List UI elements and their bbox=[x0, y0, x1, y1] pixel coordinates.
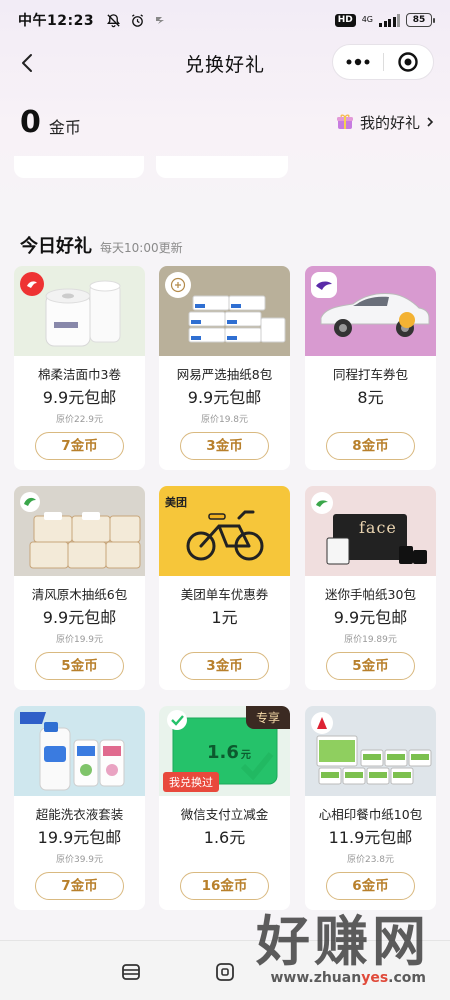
product-image: face bbox=[305, 486, 436, 576]
product-price: 8元 bbox=[357, 388, 384, 407]
voucher-amount: 1.6 元 bbox=[207, 742, 251, 763]
product-name: 同程打车券包 bbox=[332, 367, 408, 382]
app-notification-icon bbox=[156, 17, 165, 24]
more-menu-button[interactable] bbox=[333, 45, 383, 79]
product-name: 心相印餐巾纸10包 bbox=[318, 807, 423, 822]
product-price: 1元 bbox=[211, 608, 238, 627]
product-name: 网易严选抽纸8包 bbox=[176, 367, 273, 382]
card-edge bbox=[156, 156, 288, 178]
redeem-button[interactable]: 3金币 bbox=[180, 432, 269, 460]
product-price: 19.9元包邮 bbox=[37, 828, 122, 847]
mute-bell-icon bbox=[107, 13, 121, 27]
product-original-price: 原价19.8元 bbox=[200, 415, 249, 425]
battery-icon: 85 bbox=[406, 13, 435, 27]
product-original-price: 原价39.9元 bbox=[55, 855, 104, 865]
chevron-right-icon bbox=[427, 117, 434, 127]
section-title: 今日好礼 bbox=[20, 236, 92, 257]
product-name: 清风原木抽纸6包 bbox=[31, 587, 128, 602]
recent-apps-icon[interactable] bbox=[120, 961, 142, 983]
status-time: 中午12:23 bbox=[18, 13, 95, 29]
product-card[interactable]: 1.6 元 专享 我兑换过 微信支付立减金 1.6元 16金币 bbox=[159, 706, 290, 910]
redeem-button[interactable]: 6金币 bbox=[326, 872, 415, 900]
section-subtitle: 每天10:00更新 bbox=[100, 241, 183, 255]
product-price: 9.9元包邮 bbox=[187, 388, 262, 407]
network-type: 4G bbox=[361, 15, 373, 24]
page-title: 兑换好礼 bbox=[184, 53, 265, 76]
my-gifts-label: 我的好礼 bbox=[359, 113, 420, 132]
target-close-icon bbox=[398, 52, 418, 72]
product-original-price: 原价22.9元 bbox=[55, 415, 104, 425]
product-card[interactable]: 美团 美团单车优惠券 1元 3金币 bbox=[159, 486, 290, 690]
back-arrow-icon[interactable] bbox=[14, 49, 42, 77]
my-gifts-link[interactable]: 我的好礼 bbox=[336, 112, 434, 133]
redeem-button[interactable]: 7金币 bbox=[35, 432, 124, 460]
watermark-url: www.zhuanyes.com bbox=[270, 970, 426, 986]
product-card[interactable]: 同程打车券包 8元 8金币 bbox=[305, 266, 436, 470]
coin-balance: 0 bbox=[20, 104, 41, 140]
product-image bbox=[305, 706, 436, 796]
watermark-text: 好赚网 bbox=[256, 910, 430, 973]
redeem-button[interactable]: 3金币 bbox=[180, 652, 269, 680]
product-card[interactable]: 棉柔洁面巾3卷 9.9元包邮 原价22.9元 7金币 bbox=[14, 266, 145, 470]
gift-box-icon bbox=[336, 114, 353, 129]
redeem-button[interactable]: 7金币 bbox=[35, 872, 124, 900]
card-edge bbox=[14, 156, 144, 178]
face-brand-text: face bbox=[359, 518, 397, 537]
product-card[interactable]: face 迷你手帕纸30包 9.9元包邮 原价19.89元 5金币 bbox=[305, 486, 436, 690]
product-price: 11.9元包邮 bbox=[328, 828, 413, 847]
product-price: 1.6元 bbox=[203, 828, 246, 847]
coin-balance-row: 0 金币 我的好礼 bbox=[20, 100, 434, 144]
product-original-price: 原价23.8元 bbox=[346, 855, 395, 865]
hd-badge: HD bbox=[334, 13, 356, 27]
redeemed-tag: 我兑换过 bbox=[163, 772, 219, 792]
product-image: 美团 bbox=[159, 486, 290, 576]
redeem-button[interactable]: 5金币 bbox=[35, 652, 124, 680]
signal-icon bbox=[379, 13, 400, 27]
scrolled-cards-edge bbox=[14, 156, 436, 178]
nav-bar: 兑换好礼 bbox=[0, 40, 450, 86]
coin-unit: 金币 bbox=[48, 118, 81, 137]
product-image bbox=[159, 266, 290, 356]
more-dots-icon bbox=[346, 58, 370, 66]
product-price: 9.9元包邮 bbox=[42, 388, 117, 407]
redeem-button[interactable]: 8金币 bbox=[326, 432, 415, 460]
miniapp-capsule bbox=[332, 44, 434, 80]
product-price: 9.9元包邮 bbox=[333, 608, 408, 627]
product-original-price: 原价19.89元 bbox=[344, 635, 397, 645]
redeem-button[interactable]: 16金币 bbox=[180, 872, 269, 900]
product-name: 微信支付立减金 bbox=[180, 807, 269, 822]
section-header: 今日好礼 每天10:00更新 bbox=[20, 232, 183, 258]
product-image: 1.6 元 专享 我兑换过 bbox=[159, 706, 290, 796]
product-card[interactable]: 网易严选抽纸8包 9.9元包邮 原价19.8元 3金币 bbox=[159, 266, 290, 470]
product-image bbox=[14, 706, 145, 796]
product-card[interactable]: 心相印餐巾纸10包 11.9元包邮 原价23.8元 6金币 bbox=[305, 706, 436, 910]
product-original-price: 原价19.9元 bbox=[55, 635, 104, 645]
close-miniapp-button[interactable] bbox=[384, 45, 434, 79]
product-card[interactable]: 清风原木抽纸6包 9.9元包邮 原价19.9元 5金币 bbox=[14, 486, 145, 690]
product-image bbox=[305, 266, 436, 356]
product-name: 美团单车优惠券 bbox=[180, 587, 269, 602]
exclusive-tag: 专享 bbox=[245, 706, 290, 729]
redeem-button[interactable]: 5金币 bbox=[326, 652, 415, 680]
product-card[interactable]: 超能洗衣液套装 19.9元包邮 原价39.9元 7金币 bbox=[14, 706, 145, 910]
product-image bbox=[14, 266, 145, 356]
product-price: 9.9元包邮 bbox=[42, 608, 117, 627]
home-icon[interactable] bbox=[214, 961, 236, 983]
alarm-icon bbox=[132, 13, 144, 27]
product-name: 迷你手帕纸30包 bbox=[325, 587, 416, 602]
status-bar: 中午12:23 HD 4G 85 bbox=[0, 0, 450, 40]
product-name: 棉柔洁面巾3卷 bbox=[38, 367, 121, 382]
product-image bbox=[14, 486, 145, 576]
product-name: 超能洗衣液套装 bbox=[35, 807, 124, 822]
